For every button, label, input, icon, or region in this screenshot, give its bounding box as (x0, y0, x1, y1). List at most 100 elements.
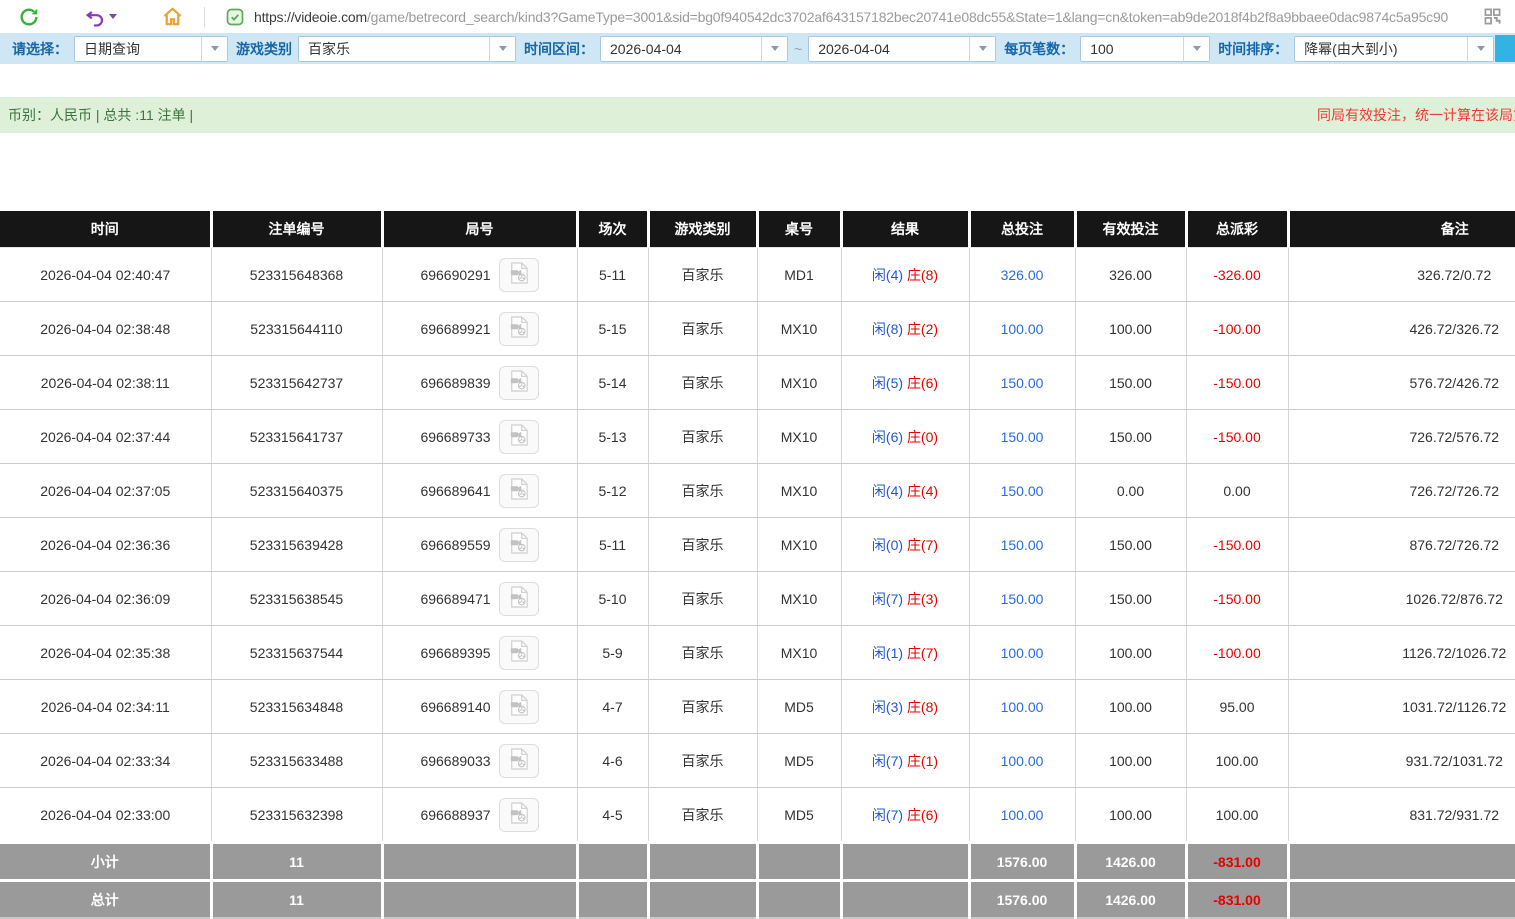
chevron-down-icon[interactable] (969, 36, 996, 61)
cell-result: 闲(7) 庄(1) (841, 733, 970, 788)
round-number: 696689140 (420, 698, 491, 715)
total-bet-link[interactable]: 100.00 (1001, 753, 1044, 769)
player-result: 闲(8) (871, 320, 904, 337)
security-shield-icon[interactable] (225, 7, 245, 27)
game-type-value: 百家乐 (308, 40, 350, 57)
cell-bet-id: 523315641737 (211, 409, 383, 464)
col-header-session: 场次 (577, 211, 650, 248)
refresh-icon[interactable] (18, 6, 40, 28)
total-bet-link[interactable]: 100.00 (1001, 699, 1044, 715)
cell-total-bet: 150.00 (969, 517, 1076, 572)
search-button[interactable]: 查询 (1495, 35, 1515, 62)
col-header-table-no: 桌号 (757, 211, 843, 248)
total-bet-link[interactable]: 326.00 (1001, 267, 1044, 283)
cell-game-type: 百家乐 (648, 625, 758, 680)
total-bet-link[interactable]: 150.00 (1001, 537, 1044, 553)
cell-bet-id: 523315648368 (211, 247, 383, 302)
date-from-value: 2026-04-04 (610, 40, 682, 57)
cell-session: 5-11 (577, 517, 649, 572)
cell-remark: 876.72/726.72 (1288, 517, 1515, 572)
cell-round-id: 696690291 (382, 247, 578, 302)
cell-valid-bet: 150.00 (1075, 517, 1187, 572)
address-bar[interactable]: https://videoie.com/game/betrecord_searc… (254, 9, 1484, 25)
browser-toolbar: https://videoie.com/game/betrecord_searc… (0, 0, 1515, 33)
chevron-down-icon[interactable] (201, 36, 227, 61)
video-replay-button[interactable] (498, 797, 539, 832)
cell-remark: 426.72/326.72 (1288, 301, 1515, 356)
video-replay-button[interactable] (498, 743, 539, 778)
cell-bet-id: 523315642737 (211, 355, 383, 410)
chevron-down-icon[interactable] (761, 36, 787, 61)
cell-result: 闲(7) 庄(3) (841, 571, 970, 626)
qr-code-icon[interactable] (1484, 8, 1501, 25)
cell-time: 2026-04-04 02:40:47 (0, 247, 212, 302)
chevron-down-icon[interactable] (1183, 36, 1210, 61)
video-replay-button[interactable] (498, 419, 539, 454)
page-size-dropdown[interactable]: 100 (1080, 35, 1211, 62)
select-type-dropdown[interactable]: 日期查询 (74, 35, 228, 62)
cell-game-type: 百家乐 (648, 463, 758, 518)
summary-payout: -831.00 (1186, 879, 1290, 919)
cell-table-no: MX10 (757, 409, 842, 464)
undo-icon[interactable] (84, 6, 117, 28)
summary-count: 11 (211, 841, 384, 881)
home-icon[interactable] (161, 5, 184, 28)
select-type-value: 日期查询 (84, 40, 140, 57)
total-bet-link[interactable]: 150.00 (1001, 375, 1044, 391)
summary-empty (577, 841, 650, 881)
video-replay-button[interactable] (498, 311, 539, 346)
date-to-picker[interactable]: 2026-04-04 (808, 35, 997, 62)
video-replay-button[interactable] (498, 581, 539, 616)
video-replay-button[interactable] (498, 527, 539, 562)
cell-game-type: 百家乐 (648, 517, 758, 572)
chevron-down-icon[interactable] (1467, 36, 1494, 61)
chevron-down-icon[interactable] (489, 36, 515, 61)
total-bet-link[interactable]: 100.00 (1001, 807, 1044, 823)
cell-session: 5-11 (577, 247, 649, 302)
video-replay-button[interactable] (498, 473, 539, 508)
game-type-dropdown[interactable]: 百家乐 (298, 35, 516, 62)
col-header-remark: 备注 (1288, 211, 1515, 248)
cell-bet-id: 523315640375 (211, 463, 383, 518)
cell-valid-bet: 150.00 (1075, 571, 1187, 626)
cell-session: 4-5 (577, 787, 649, 843)
undo-menu-caret-icon[interactable] (109, 14, 117, 19)
total-bet-link[interactable]: 150.00 (1001, 591, 1044, 607)
cell-result: 闲(6) 庄(0) (841, 409, 970, 464)
total-bet-link[interactable]: 150.00 (1001, 483, 1044, 499)
video-replay-button[interactable] (498, 689, 539, 724)
sort-order-value: 降幂(由大到小) (1304, 40, 1398, 57)
cell-table-no: MD5 (757, 733, 842, 788)
total-bet-link[interactable]: 100.00 (1001, 321, 1044, 337)
cell-session: 5-15 (577, 301, 649, 356)
summary-label: 小计 (0, 841, 213, 881)
col-header-result: 结果 (841, 211, 971, 248)
cell-total-bet: 150.00 (969, 355, 1076, 410)
cell-total-bet: 100.00 (969, 787, 1076, 843)
cell-result: 闲(0) 庄(7) (841, 517, 970, 572)
cell-bet-id: 523315632398 (211, 787, 383, 843)
sort-order-dropdown[interactable]: 降幂(由大到小) (1294, 35, 1495, 62)
page-size-label: 每页笔数： (1004, 40, 1075, 57)
total-bet-link[interactable]: 100.00 (1001, 645, 1044, 661)
video-file-icon (509, 802, 529, 827)
banker-result: 庄(7) (906, 536, 939, 553)
cell-session: 4-7 (577, 679, 649, 734)
cell-bet-id: 523315637544 (211, 625, 383, 680)
summary-empty (757, 879, 843, 919)
cell-table-no: MX10 (757, 301, 842, 356)
cell-payout: 100.00 (1186, 787, 1289, 843)
summary-row: 总计 11 1576.00 1426.00 -831.00 (0, 879, 1515, 919)
banker-result: 庄(0) (906, 428, 939, 445)
total-bet-link[interactable]: 150.00 (1001, 429, 1044, 445)
cell-result: 闲(5) 庄(6) (841, 355, 970, 410)
cell-total-bet: 150.00 (969, 409, 1076, 464)
cell-table-no: MX10 (757, 517, 842, 572)
url-path: /game/betrecord_search/kind3?GameType=30… (366, 8, 1449, 25)
summary-count: 11 (211, 879, 384, 919)
video-replay-button[interactable] (498, 257, 539, 292)
date-from-picker[interactable]: 2026-04-04 (600, 35, 788, 62)
video-replay-button[interactable] (498, 365, 539, 400)
video-replay-button[interactable] (498, 635, 539, 670)
player-result: 闲(7) (871, 806, 904, 823)
